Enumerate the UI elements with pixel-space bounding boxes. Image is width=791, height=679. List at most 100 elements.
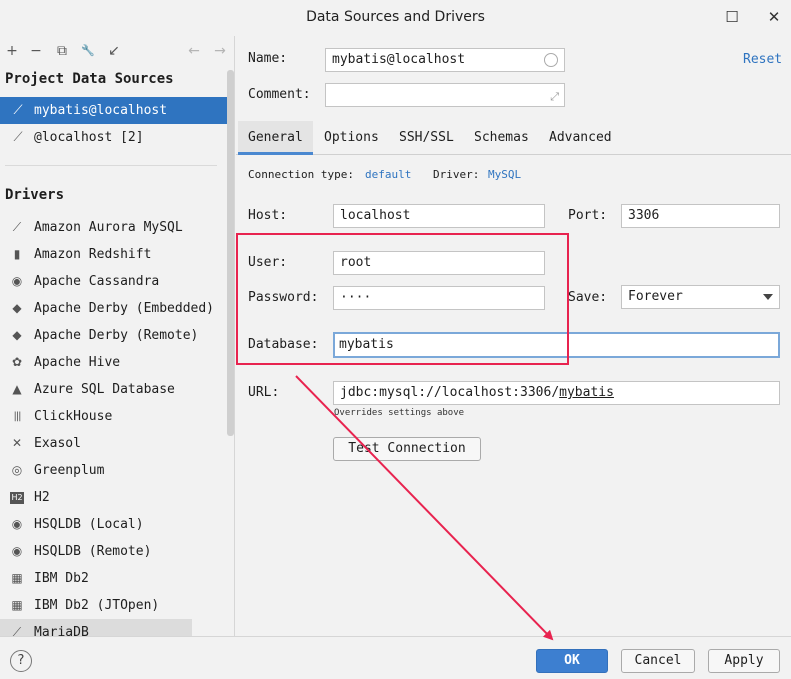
- remove-icon[interactable]: −: [27, 42, 45, 60]
- data-source-item-localhost[interactable]: ⟋ @localhost [2]: [0, 124, 234, 151]
- user-label: User:: [248, 255, 288, 270]
- project-data-sources-heading: Project Data Sources: [5, 71, 174, 87]
- database-label: Database:: [248, 337, 319, 352]
- cancel-button[interactable]: Cancel: [621, 649, 695, 673]
- driver-label: Greenplum: [34, 463, 105, 478]
- driver-item[interactable]: ⟋ Amazon Aurora MySQL: [0, 214, 225, 241]
- drivers-heading: Drivers: [5, 187, 65, 203]
- derby-hat-icon: ◆: [12, 301, 22, 315]
- url-note: Overrides settings above: [334, 408, 465, 418]
- ibm-db2-icon: ▦: [11, 571, 23, 585]
- comment-label: Comment:: [248, 87, 311, 102]
- help-icon[interactable]: ?: [10, 650, 32, 672]
- go-to-icon[interactable]: ↙: [105, 42, 123, 60]
- url-prefix: jdbc:mysql://localhost:3306/: [340, 385, 560, 400]
- driver-item[interactable]: ✕ Exasol: [0, 430, 225, 457]
- sidebar-scrollbar[interactable]: [227, 70, 234, 436]
- dialog-footer: ? OK Cancel Apply: [0, 636, 791, 679]
- name-input[interactable]: mybatis@localhost: [325, 48, 565, 72]
- data-source-label: mybatis@localhost: [34, 103, 168, 118]
- properties-wrench-icon[interactable]: 🔧: [79, 42, 97, 60]
- driver-item[interactable]: ||| ClickHouse: [0, 403, 225, 430]
- driver-item[interactable]: ⟋ MariaDB: [0, 619, 192, 636]
- expand-icon[interactable]: ⤢: [550, 86, 559, 106]
- greenplum-icon: ◎: [11, 463, 23, 477]
- driver-item[interactable]: ◎ Greenplum: [0, 457, 225, 484]
- connection-type-link[interactable]: default: [365, 168, 411, 181]
- connection-type-label: Connection type:: [248, 168, 354, 181]
- back-arrow-icon[interactable]: ←: [185, 42, 203, 60]
- driver-label: Exasol: [34, 436, 81, 451]
- driver-link[interactable]: MySQL: [488, 168, 521, 181]
- h2-icon: H2: [10, 492, 24, 504]
- mysql-dolphin-icon: ⟋: [13, 103, 23, 118]
- driver-label: H2: [34, 490, 50, 505]
- url-database: mybatis: [559, 385, 614, 400]
- driver-item[interactable]: ◉ HSQLDB (Local): [0, 511, 225, 538]
- driver-label: Apache Cassandra: [34, 274, 160, 289]
- host-label: Host:: [248, 208, 288, 223]
- clickhouse-bars-icon: |||: [13, 411, 21, 422]
- url-label: URL:: [248, 385, 280, 400]
- ok-button[interactable]: OK: [536, 649, 608, 673]
- tab-advanced[interactable]: Advanced: [539, 121, 622, 155]
- driver-item[interactable]: ◆ Apache Derby (Remote): [0, 322, 225, 349]
- sidebar-divider: [5, 165, 217, 166]
- port-input[interactable]: 3306: [621, 204, 780, 228]
- host-input[interactable]: localhost: [333, 204, 545, 228]
- password-label: Password:: [248, 290, 319, 305]
- sidebar-toolbar: + − ⧉ 🔧 ↙ ← →: [0, 36, 234, 66]
- save-select[interactable]: Forever: [621, 285, 780, 309]
- driver-item[interactable]: ◉ Apache Cassandra: [0, 268, 225, 295]
- mariadb-seal-icon: ⟋: [12, 625, 22, 636]
- data-source-label: @localhost [2]: [34, 130, 144, 145]
- ibm-db2-icon: ▦: [11, 598, 23, 612]
- reset-link[interactable]: Reset: [743, 52, 782, 67]
- driver-item[interactable]: ◆ Apache Derby (Embedded): [0, 295, 225, 322]
- exasol-x-icon: ✕: [11, 436, 23, 450]
- user-input[interactable]: root: [333, 251, 545, 275]
- driver-item[interactable]: ▦ IBM Db2: [0, 565, 225, 592]
- driver-label: HSQLDB (Local): [34, 517, 144, 532]
- driver-label: Driver:: [433, 168, 480, 181]
- hive-bee-icon: ✿: [11, 355, 23, 369]
- apply-button[interactable]: Apply: [708, 649, 780, 673]
- driver-item[interactable]: ▦ IBM Db2 (JTOpen): [0, 592, 225, 619]
- color-circle-icon[interactable]: [544, 53, 558, 67]
- data-source-item-mybatis[interactable]: ⟋ mybatis@localhost: [0, 97, 234, 124]
- driver-label: Azure SQL Database: [34, 382, 175, 397]
- driver-label: Amazon Aurora MySQL: [34, 220, 183, 235]
- url-input[interactable]: jdbc:mysql://localhost:3306/mybatis: [333, 381, 780, 405]
- azure-icon: ▲: [12, 382, 22, 396]
- port-label: Port:: [568, 208, 608, 223]
- driver-item[interactable]: ▮ Amazon Redshift: [0, 241, 225, 268]
- save-label: Save:: [568, 290, 608, 305]
- tab-schemas[interactable]: Schemas: [464, 121, 539, 155]
- tab-ssh-ssl[interactable]: SSH/SSL: [389, 121, 464, 155]
- password-input[interactable]: ····: [333, 286, 545, 310]
- duplicate-icon[interactable]: ⧉: [53, 42, 71, 60]
- driver-item[interactable]: ◉ HSQLDB (Remote): [0, 538, 225, 565]
- test-connection-button[interactable]: Test Connection: [333, 437, 481, 461]
- driver-label: Apache Hive: [34, 355, 121, 370]
- title-bar: Data Sources and Drivers ☐ ✕: [0, 0, 791, 36]
- driver-label: IBM Db2: [34, 571, 89, 586]
- name-value: mybatis@localhost: [332, 52, 466, 67]
- settings-panel: Name: mybatis@localhost Reset Comment: ⤢…: [236, 36, 791, 636]
- add-icon[interactable]: +: [3, 42, 21, 60]
- name-label: Name:: [248, 51, 288, 66]
- tab-options[interactable]: Options: [314, 121, 389, 155]
- driver-label: Apache Derby (Remote): [34, 328, 199, 343]
- driver-item[interactable]: ▲ Azure SQL Database: [0, 376, 225, 403]
- database-input[interactable]: mybatis: [333, 332, 780, 358]
- close-icon[interactable]: ✕: [763, 6, 785, 28]
- comment-input[interactable]: ⤢: [325, 83, 565, 107]
- driver-label: ClickHouse: [34, 409, 113, 424]
- forward-arrow-icon[interactable]: →: [211, 42, 229, 60]
- tab-general[interactable]: General: [238, 121, 313, 155]
- driver-item[interactable]: H2 H2: [0, 484, 225, 511]
- driver-item[interactable]: ✿ Apache Hive: [0, 349, 225, 376]
- hsqldb-icon: ◉: [11, 544, 23, 558]
- maximize-icon[interactable]: ☐: [721, 6, 743, 28]
- sidebar: + − ⧉ 🔧 ↙ ← → Project Data Sources ⟋ myb…: [0, 36, 235, 636]
